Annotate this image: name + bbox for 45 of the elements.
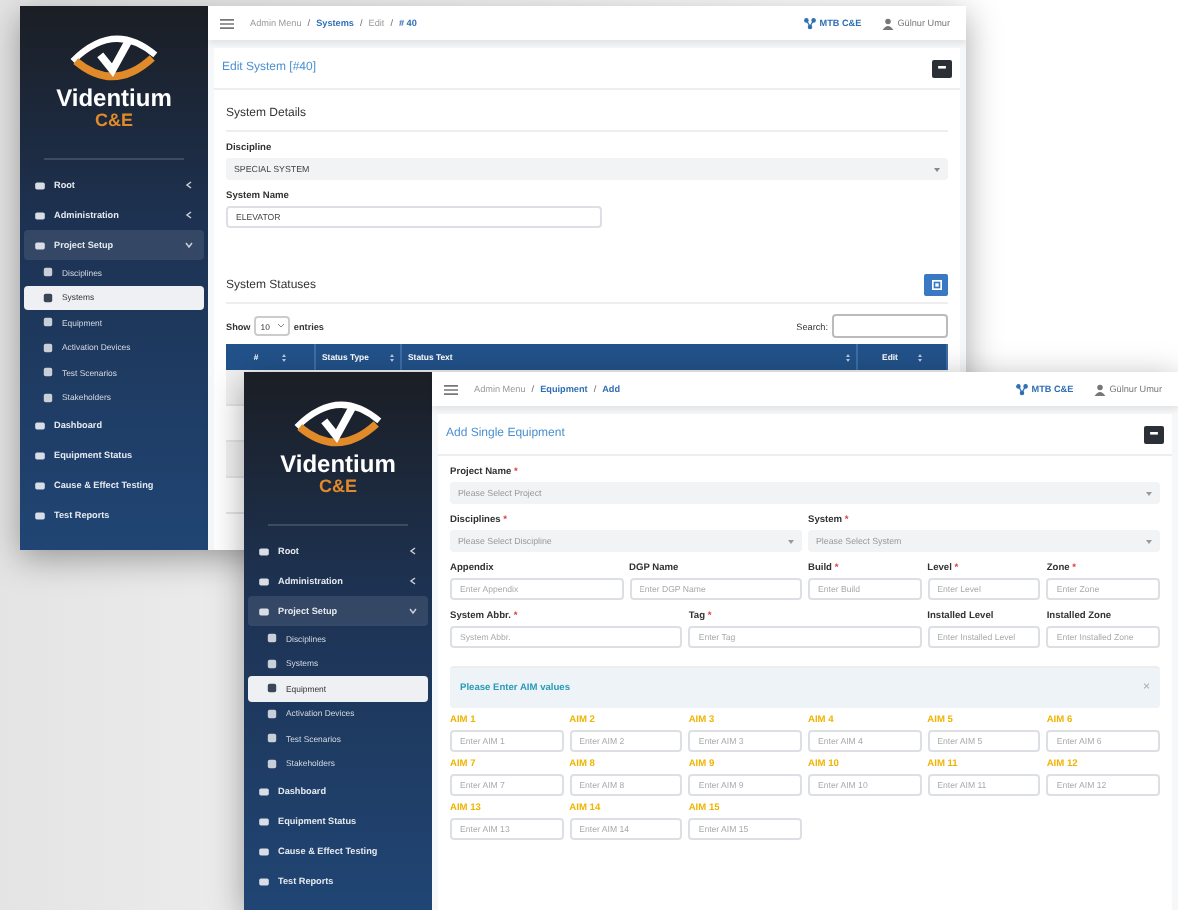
caret-icon [1146,539,1152,543]
minus-icon [1150,432,1158,436]
nav-icon [258,845,270,857]
nav-icon [258,815,270,827]
brand-subtitle: C&E [318,476,357,496]
nav-icon [34,239,46,251]
network-icon [803,17,816,29]
brand-name: Videntium [280,452,396,476]
chevron-icon [184,240,194,250]
nav-icon [34,419,46,431]
eye-check-logo-icon [68,32,160,84]
caret-icon [1146,491,1152,495]
chevron-icon [184,180,194,190]
brand-subtitle: C&E [94,110,133,130]
menu-icon[interactable] [444,383,458,395]
nav-icon [34,449,46,461]
chevron-icon [408,546,418,556]
user-icon [1093,383,1106,395]
caret-icon [934,167,940,171]
nav-icon [34,509,46,521]
network-icon [1015,383,1028,395]
eye-check-logo-icon [292,398,384,450]
user-icon [881,17,894,29]
menu-icon[interactable] [220,17,234,29]
sort-icon [282,353,287,361]
nav-icon [258,575,270,587]
chevron-icon [408,606,418,616]
search-field[interactable] [832,314,948,338]
nav-icon [258,875,270,887]
nav-icon [34,209,46,221]
collapse-button[interactable] [1144,425,1164,443]
chevron-icon [184,210,194,220]
plus-square-icon [931,280,941,290]
nav-icon [258,785,270,797]
add-button[interactable] [924,274,948,296]
nav-icon [258,605,270,617]
chevron-icon [408,576,418,586]
minus-icon [938,66,946,70]
nav-icon [34,179,46,191]
nav-icon [258,545,270,557]
nav-icon [34,479,46,491]
collapse-button[interactable] [932,59,952,77]
caret-icon [788,539,794,543]
sort-icon [917,353,922,361]
brand-name: Videntium [56,86,172,110]
